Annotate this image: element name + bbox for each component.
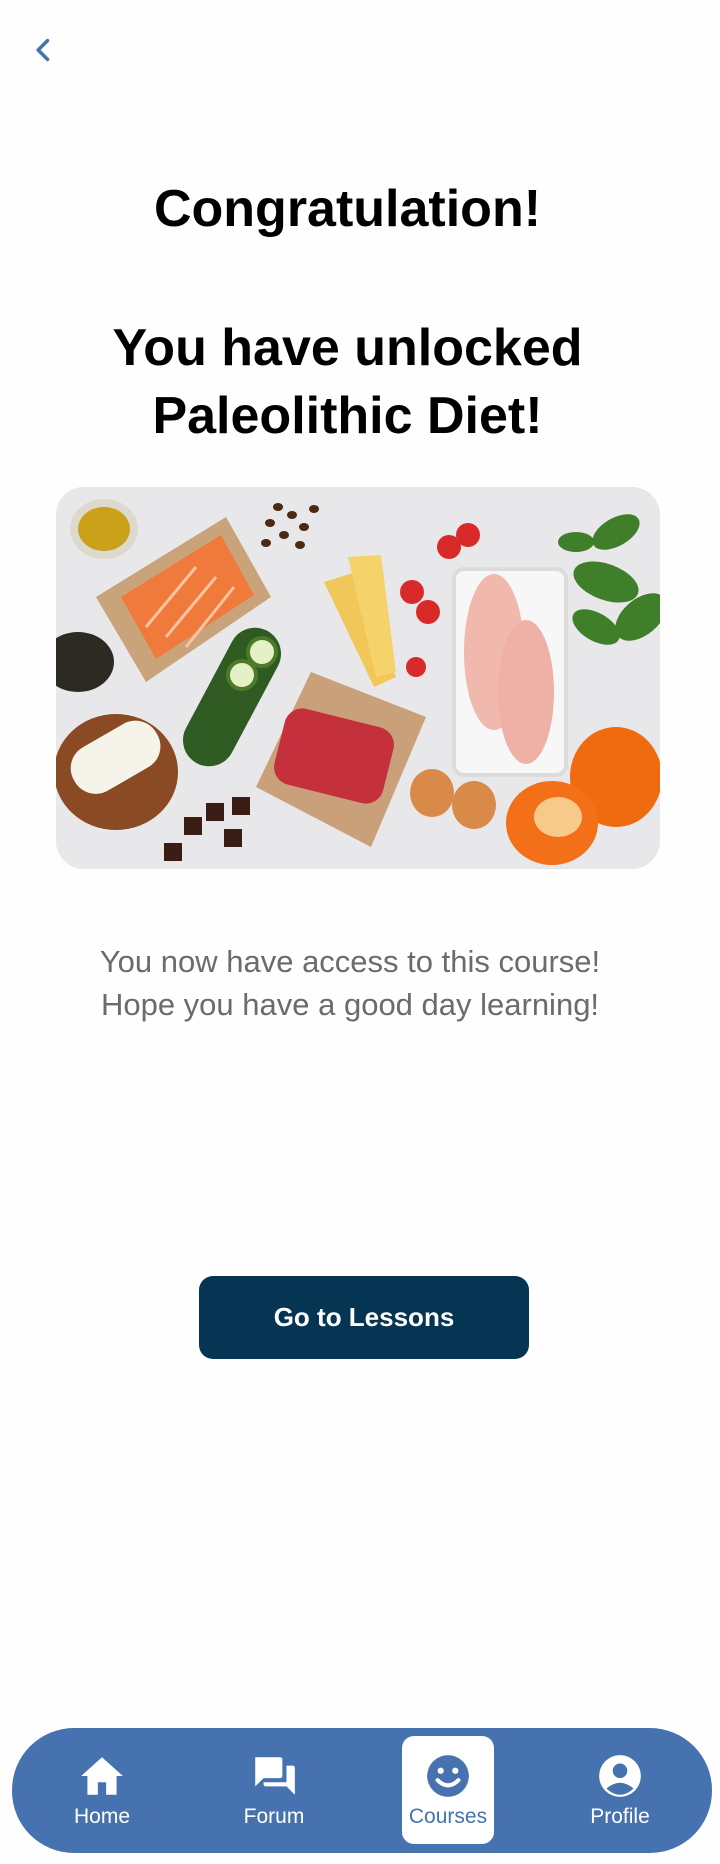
subtitle-line-2: Paleolithic Diet! — [152, 387, 543, 445]
food-illustration — [56, 487, 660, 869]
profile-icon — [595, 1751, 645, 1801]
subtitle-line-1: You have unlocked — [112, 319, 583, 377]
tab-forum-label: Forum — [243, 1805, 305, 1828]
go-to-lessons-button[interactable]: Go to Lessons — [199, 1276, 529, 1359]
home-icon — [77, 1751, 127, 1801]
tab-home-label: Home — [73, 1805, 131, 1828]
unlocked-course-heading: You have unlocked Paleolithic Diet! — [0, 314, 695, 450]
message-line-2: Hope you have a good day learning! — [100, 987, 600, 1022]
back-button[interactable] — [24, 30, 64, 70]
course-hero-image — [56, 487, 660, 869]
unlock-success-screen: Congratulation! You have unlocked Paleol… — [0, 0, 720, 1864]
tab-profile-label: Profile — [590, 1805, 650, 1828]
access-message: You now have access to this course! Hope… — [0, 940, 700, 1026]
chevron-left-icon — [36, 38, 50, 62]
forum-icon — [249, 1751, 299, 1801]
courses-icon — [423, 1751, 473, 1801]
tab-courses-label: Courses — [408, 1805, 488, 1828]
tab-courses[interactable]: Courses — [402, 1736, 494, 1844]
tab-home[interactable]: Home — [56, 1736, 148, 1844]
tab-forum[interactable]: Forum — [228, 1736, 320, 1844]
bottom-tab-bar: Home Forum Courses Profile — [12, 1728, 712, 1853]
message-line-1: You now have access to this course! — [99, 944, 601, 979]
tab-profile[interactable]: Profile — [574, 1736, 666, 1844]
page-title: Congratulation! — [153, 180, 542, 238]
